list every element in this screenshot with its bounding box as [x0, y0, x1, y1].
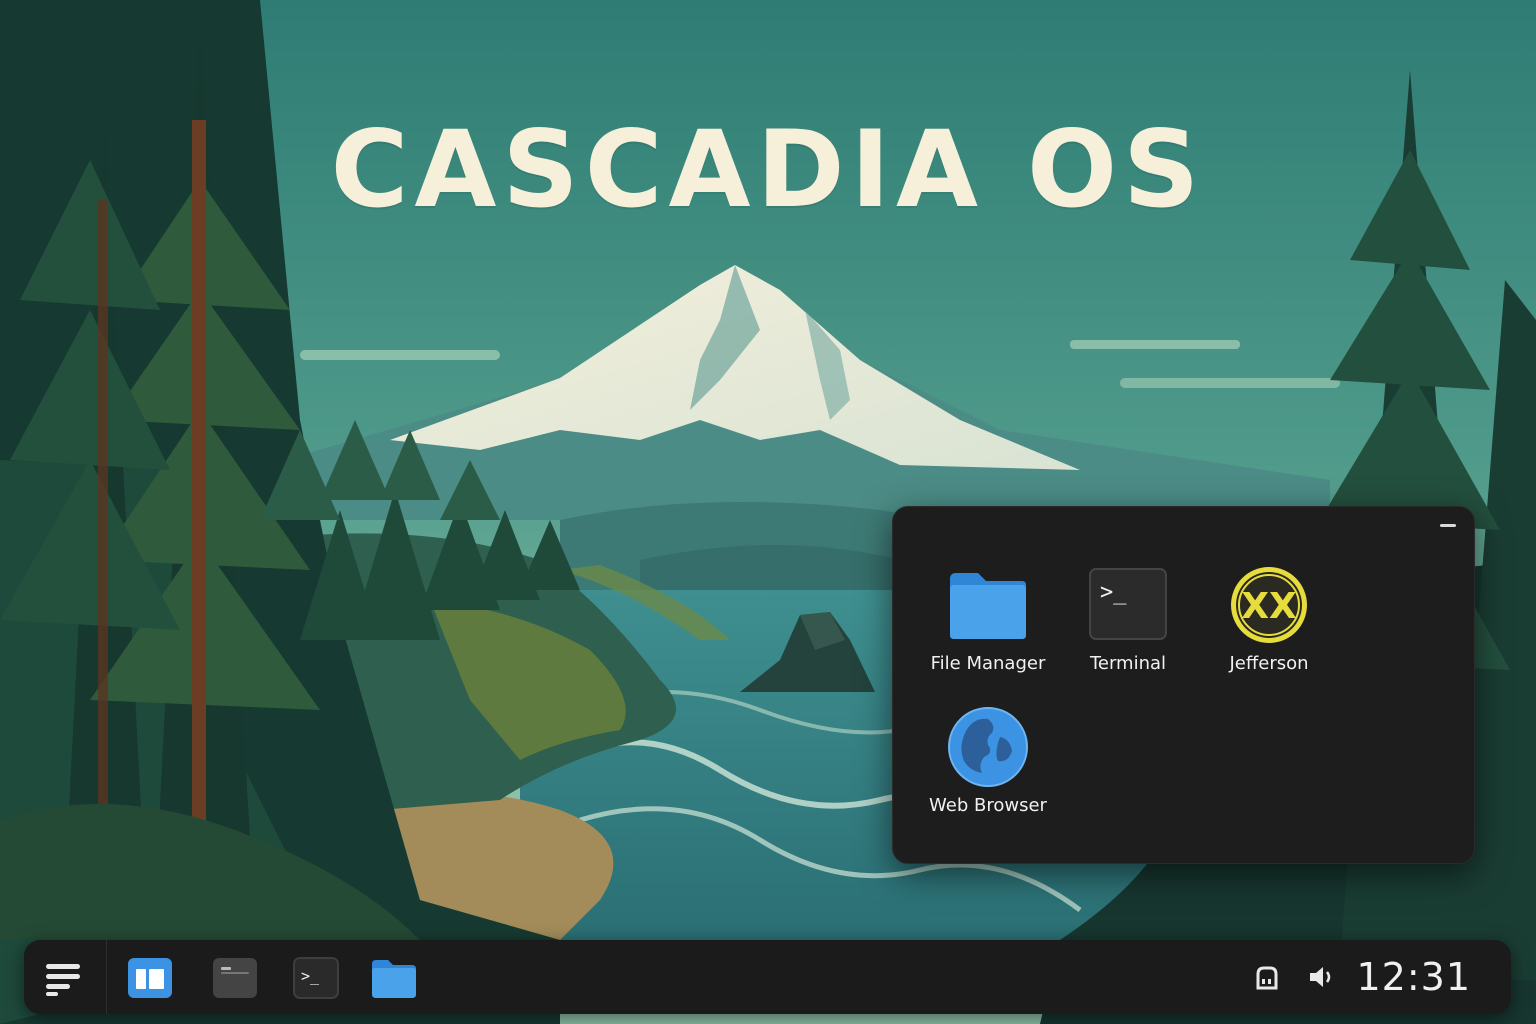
terminal-prompt: >_: [1100, 580, 1127, 605]
jefferson-glyph: XX: [1241, 586, 1297, 627]
terminal-icon: >_: [1088, 565, 1168, 645]
app-label: Jefferson: [1229, 653, 1309, 674]
workspace-switcher-button[interactable]: [127, 956, 173, 1000]
files-button[interactable]: [371, 956, 417, 1000]
app-label: Terminal: [1089, 653, 1167, 674]
window-overview-icon: [128, 958, 172, 998]
app-label: Web Browser: [929, 795, 1047, 816]
panel-titlebar[interactable]: [893, 507, 1474, 543]
app-label: File Manager: [930, 653, 1046, 674]
folder-icon: [372, 960, 416, 998]
window-icon: [213, 958, 257, 998]
terminal-prompt: >_: [301, 967, 320, 985]
app-menu-button[interactable]: [40, 956, 86, 1000]
menu-lines-icon: [46, 964, 80, 996]
globe-icon: [948, 707, 1028, 787]
app-terminal[interactable]: >_ Terminal: [1058, 565, 1198, 695]
volume-icon: [1310, 967, 1331, 987]
terminal-icon: >_: [293, 957, 339, 999]
network-indicator[interactable]: [1252, 962, 1282, 992]
folder-icon: [948, 565, 1028, 645]
clock[interactable]: 12:31: [1356, 954, 1471, 1000]
network-icon: [1256, 966, 1278, 990]
app-jefferson[interactable]: XX Jefferson: [1199, 565, 1339, 695]
volume-indicator[interactable]: [1306, 962, 1336, 992]
app-file-manager[interactable]: File Manager: [918, 565, 1058, 695]
window-button[interactable]: [212, 956, 258, 1000]
taskbar-separator: [106, 940, 107, 1014]
minimize-button[interactable]: [1440, 524, 1456, 527]
app-web-browser[interactable]: Web Browser: [918, 707, 1058, 837]
brand-title: CASCADIA OS: [330, 108, 1206, 231]
jefferson-xx-icon: XX: [1229, 565, 1309, 645]
taskbar: >_ 12:31: [24, 940, 1511, 1014]
app-launcher-panel: File Manager >_ Terminal XX Jefferson We…: [892, 506, 1475, 864]
terminal-button[interactable]: >_: [293, 956, 339, 1000]
